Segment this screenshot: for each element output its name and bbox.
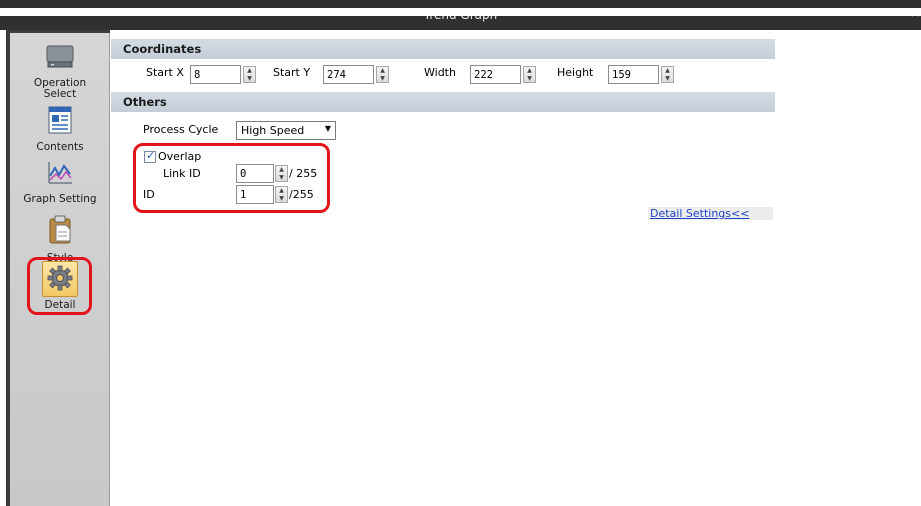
start-y-spin-arrows[interactable]: ▲ ▼ [376, 66, 389, 83]
sidebar-item-label: Contents [36, 141, 84, 153]
chevron-down-icon[interactable]: ▼ [325, 124, 331, 133]
height-stepper[interactable]: 159 ▲ ▼ [608, 65, 674, 84]
width-label: Width [424, 66, 456, 79]
height-label: Height [557, 66, 594, 79]
start-y-label: Start Y [273, 66, 311, 79]
start-x-stepper[interactable]: 8 ▲ ▼ [190, 65, 256, 84]
detail-highlight-box [27, 257, 92, 315]
titlebar-gap [0, 8, 921, 16]
graph-icon [48, 162, 72, 184]
width-stepper[interactable]: 222 ▲ ▼ [470, 65, 536, 84]
section-header-others: Others [111, 92, 775, 112]
sidebar-item-graph-setting[interactable]: Graph Setting [10, 157, 110, 205]
section-header-coordinates: Coordinates [111, 39, 775, 59]
start-x-input[interactable]: 8 [190, 65, 241, 84]
width-input[interactable]: 222 [470, 65, 521, 84]
sidebar-item-operation-select[interactable]: Operation Select [10, 41, 110, 100]
process-cycle-select[interactable]: High Speed ▼ [236, 121, 336, 140]
start-y-stepper[interactable]: 274 ▲ ▼ [323, 65, 389, 84]
process-cycle-value: High Speed [241, 124, 305, 137]
main-panel: Coordinates Start X 8 ▲ ▼ Start Y 274 ▲ ▼ … [111, 33, 921, 506]
start-y-input[interactable]: 274 [323, 65, 374, 84]
height-spin-arrows[interactable]: ▲ ▼ [661, 66, 674, 83]
sidebar-item-label: Select [43, 88, 77, 100]
sidebar-item-contents[interactable]: Contents [10, 103, 110, 153]
overlap-highlight-box [133, 143, 330, 213]
start-x-spin-arrows[interactable]: ▲ ▼ [243, 66, 256, 83]
start-x-label: Start X [146, 66, 184, 79]
process-cycle-label: Process Cycle [143, 123, 219, 136]
detail-settings-link[interactable]: Detail Settings<< [648, 207, 773, 220]
monitor-icon [46, 45, 74, 68]
sidebar-item-label: Graph Setting [23, 193, 97, 205]
height-input[interactable]: 159 [608, 65, 659, 84]
clipboard-icon [49, 215, 71, 244]
width-spin-arrows[interactable]: ▲ ▼ [523, 66, 536, 83]
contents-icon [48, 106, 72, 134]
